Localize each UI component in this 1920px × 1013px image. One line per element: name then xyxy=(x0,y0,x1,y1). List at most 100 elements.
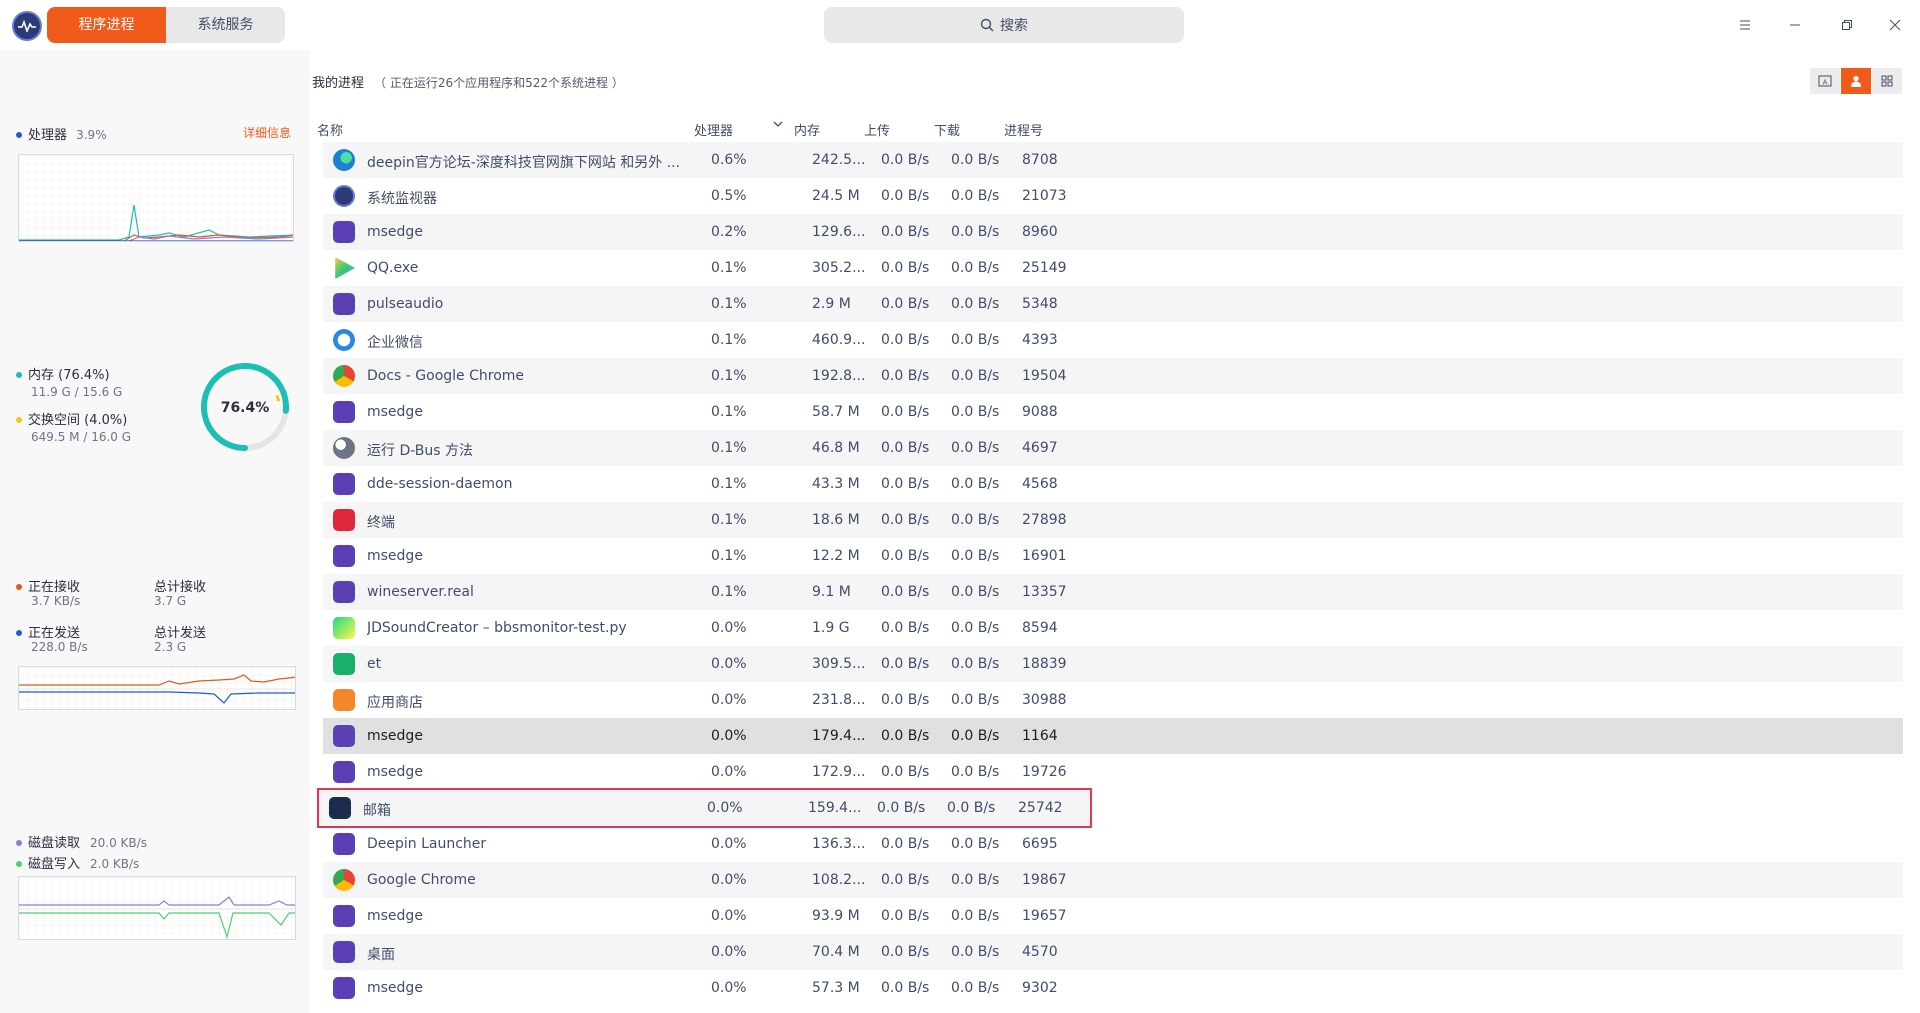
process-pid: 4393 xyxy=(1022,332,1058,348)
process-upload: 0.0 B/s xyxy=(881,512,930,528)
process-cpu: 0.5% xyxy=(711,188,747,204)
table-row[interactable]: 运行 D-Bus 方法 0.1% 46.8 M 0.0 B/s 0.0 B/s 4697 xyxy=(323,430,1903,466)
table-row[interactable]: 邮箱 0.0% 159.4... 0.0 B/s 0.0 B/s 25742 xyxy=(317,788,1092,828)
menu-button[interactable] xyxy=(1730,10,1760,40)
search-icon xyxy=(980,18,994,32)
memory-dot xyxy=(16,371,22,378)
cpu-detail-link[interactable]: 详细信息 xyxy=(243,124,291,141)
process-name: wineserver.real xyxy=(367,584,474,600)
table-row[interactable]: 桌面 0.0% 70.4 M 0.0 B/s 0.0 B/s 4570 xyxy=(323,934,1903,970)
sort-desc-icon[interactable] xyxy=(772,118,784,134)
process-pid: 19657 xyxy=(1022,908,1067,924)
process-icon xyxy=(333,977,355,999)
minimize-button[interactable] xyxy=(1780,10,1810,40)
process-cpu: 0.0% xyxy=(711,656,747,672)
system-monitor-icon xyxy=(333,185,355,207)
search-input[interactable]: 搜索 xyxy=(824,7,1184,43)
column-pid[interactable]: 进程号 xyxy=(1004,120,1043,139)
search-placeholder: 搜索 xyxy=(1000,18,1028,34)
column-name[interactable]: 名称 xyxy=(317,120,343,139)
process-memory: 309.5... xyxy=(812,656,866,672)
table-row[interactable]: msedge 0.1% 58.7 M 0.0 B/s 0.0 B/s 9088 xyxy=(323,394,1903,430)
process-upload: 0.0 B/s xyxy=(881,332,930,348)
receiving-value: 3.7 KB/s xyxy=(31,594,81,608)
process-pid: 9088 xyxy=(1022,404,1058,420)
table-row[interactable]: msedge 0.0% 172.9... 0.0 B/s 0.0 B/s 19726 xyxy=(323,754,1903,790)
process-cpu: 0.1% xyxy=(711,476,747,492)
process-upload: 0.0 B/s xyxy=(881,152,930,168)
table-row[interactable]: deepin官方论坛-深度科技官网旗下网站 和另外 ... 0.6% 242.5..… xyxy=(323,142,1903,178)
process-memory: 192.8... xyxy=(812,368,866,384)
table-row[interactable]: 企业微信 0.1% 460.9... 0.0 B/s 0.0 B/s 4393 xyxy=(323,322,1903,358)
memory-ring-label: 76.4% xyxy=(221,400,270,416)
table-row[interactable]: Deepin Launcher 0.0% 136.3... 0.0 B/s 0.0 B/… xyxy=(323,826,1903,862)
table-row[interactable]: QQ.exe 0.1% 305.2... 0.0 B/s 0.0 B/s 25149 xyxy=(323,250,1903,286)
process-memory: 12.2 M xyxy=(812,548,860,564)
process-upload: 0.0 B/s xyxy=(881,980,930,996)
process-cpu: 0.0% xyxy=(711,692,747,708)
table-row[interactable]: msedge 0.1% 12.2 M 0.0 B/s 0.0 B/s 16901 xyxy=(323,538,1903,574)
process-cpu: 0.0% xyxy=(711,764,747,780)
process-name: msedge xyxy=(367,548,423,564)
column-download[interactable]: 下载 xyxy=(934,120,960,139)
process-download: 0.0 B/s xyxy=(951,440,1000,456)
column-cpu[interactable]: 处理器 xyxy=(694,120,733,139)
cpu-dot xyxy=(16,131,22,138)
table-row[interactable]: pulseaudio 0.1% 2.9 M 0.0 B/s 0.0 B/s 5348 xyxy=(323,286,1903,322)
maximize-button[interactable] xyxy=(1832,10,1862,40)
column-upload[interactable]: 上传 xyxy=(864,120,890,139)
process-memory: 1.9 G xyxy=(812,620,850,636)
view-apps-button[interactable]: A xyxy=(1810,68,1840,94)
title-bar: 程序进程 系统服务 搜索 xyxy=(0,0,1920,50)
view-my-processes-button[interactable] xyxy=(1841,68,1871,94)
process-upload: 0.0 B/s xyxy=(881,872,930,888)
app-store-icon xyxy=(333,689,355,711)
edge-icon xyxy=(333,149,355,171)
table-row[interactable]: wineserver.real 0.1% 9.1 M 0.0 B/s 0.0 B/s 13… xyxy=(323,574,1903,610)
process-download: 0.0 B/s xyxy=(951,980,1000,996)
process-memory: 305.2... xyxy=(812,260,866,276)
process-panel-header: 我的进程 （ 正在运行26个应用程序和522个系统进程 ） xyxy=(312,72,624,91)
table-row[interactable]: msedge 0.2% 129.6... 0.0 B/s 0.0 B/s 8960 xyxy=(323,214,1903,250)
process-icon xyxy=(333,581,355,603)
tab-system-services[interactable]: 系统服务 xyxy=(166,7,285,43)
view-all-processes-button[interactable] xyxy=(1872,68,1902,94)
table-row[interactable]: msedge 0.0% 93.9 M 0.0 B/s 0.0 B/s 19657 xyxy=(323,898,1903,934)
process-panel: 我的进程 （ 正在运行26个应用程序和522个系统进程 ） A 名称 处理器 内存… xyxy=(310,50,1920,1013)
process-icon xyxy=(333,545,355,567)
process-name: deepin官方论坛-深度科技官网旗下网站 和另外 ... xyxy=(367,155,681,171)
table-row[interactable]: 终端 0.1% 18.6 M 0.0 B/s 0.0 B/s 27898 xyxy=(323,502,1903,538)
process-cpu: 0.0% xyxy=(711,620,747,636)
column-memory[interactable]: 内存 xyxy=(794,120,820,139)
process-name: msedge xyxy=(367,764,423,780)
process-download: 0.0 B/s xyxy=(951,404,1000,420)
process-download: 0.0 B/s xyxy=(951,908,1000,924)
process-icon xyxy=(333,941,355,963)
mail-icon xyxy=(329,797,351,819)
table-row[interactable]: Google Chrome 0.0% 108.2... 0.0 B/s 0.0 B/s 1… xyxy=(323,862,1903,898)
table-row[interactable]: et 0.0% 309.5... 0.0 B/s 0.0 B/s 18839 xyxy=(323,646,1903,682)
process-download: 0.0 B/s xyxy=(951,332,1000,348)
process-pid: 4697 xyxy=(1022,440,1058,456)
cpu-value: 3.9% xyxy=(76,128,107,142)
menu-icon xyxy=(1740,20,1750,30)
process-cpu: 0.1% xyxy=(711,440,747,456)
process-pid: 18839 xyxy=(1022,656,1067,672)
table-row[interactable]: Docs - Google Chrome 0.1% 192.8... 0.0 B/s 0… xyxy=(323,358,1903,394)
process-memory: 231.8... xyxy=(812,692,866,708)
table-row[interactable]: 应用商店 0.0% 231.8... 0.0 B/s 0.0 B/s 30988 xyxy=(323,682,1903,718)
total-sent-value: 2.3 G xyxy=(154,640,187,654)
tab-app-processes[interactable]: 程序进程 xyxy=(47,7,166,43)
process-pid: 25149 xyxy=(1022,260,1067,276)
process-pid: 21073 xyxy=(1022,188,1067,204)
close-button[interactable] xyxy=(1880,10,1910,40)
table-row[interactable]: JDSoundCreator – bbsmonitor-test.py 0.0% 1… xyxy=(323,610,1903,646)
process-cpu: 0.0% xyxy=(711,836,747,852)
table-row[interactable]: msedge 0.0% 57.3 M 0.0 B/s 0.0 B/s 9302 xyxy=(323,970,1903,1006)
table-row[interactable]: msedge 0.0% 179.4... 0.0 B/s 0.0 B/s 1164 xyxy=(323,718,1903,754)
table-row[interactable]: 系统监视器 0.5% 24.5 M 0.0 B/s 0.0 B/s 21073 xyxy=(323,178,1903,214)
monitor-sidebar: 处理器 3.9% 详细信息 内存 (76.4%) 11.9 G / 15.6 G… xyxy=(0,50,310,1013)
process-pid: 19504 xyxy=(1022,368,1067,384)
table-row[interactable]: dde-session-daemon 0.1% 43.3 M 0.0 B/s 0.0 B… xyxy=(323,466,1903,502)
process-name: Google Chrome xyxy=(367,872,476,888)
